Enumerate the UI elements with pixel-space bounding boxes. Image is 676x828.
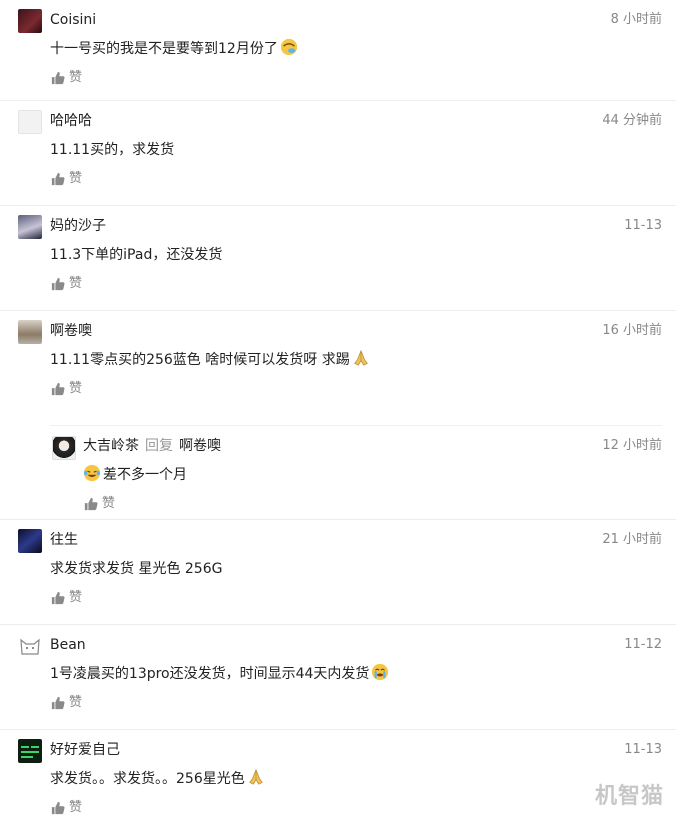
avatar[interactable]	[18, 215, 42, 239]
like-label: 赞	[69, 276, 83, 291]
comment-time: 11-13	[624, 742, 662, 757]
comment-username[interactable]: 往生	[50, 530, 78, 550]
comment-text: 11.11买的，求发货	[50, 142, 175, 158]
like-label: 赞	[102, 496, 116, 511]
comment-item: Coisini 8 小时前 十一号买的我是不是要等到12月份了 赞	[0, 0, 676, 101]
thumbs-up-icon	[51, 71, 65, 85]
comment-time: 44 分钟前	[602, 113, 662, 128]
avatar[interactable]	[18, 110, 42, 134]
comment-item: 妈的沙子 11-13 11.3下单的iPad，还没发货 赞	[0, 206, 676, 311]
thumbs-up-icon	[51, 172, 65, 186]
like-label: 赞	[69, 70, 83, 85]
thumbs-up-icon	[51, 696, 65, 710]
comment-item: 好好爱自己 11-13 求发货。。求发货。。256星光色 赞	[0, 730, 676, 828]
comment-username[interactable]: 好好爱自己	[50, 740, 120, 760]
crying-emoji	[372, 663, 389, 681]
comment-time: 8 小时前	[610, 12, 662, 27]
avatar[interactable]	[18, 320, 42, 344]
avatar[interactable]	[18, 529, 42, 553]
sad-cry-emoji	[280, 38, 297, 56]
reply-item: 大吉岭茶 回复 啊卷噢 12 小时前 差不多一个月 赞	[50, 425, 662, 522]
text-avatar-icon	[21, 746, 39, 758]
comment-time: 16 小时前	[602, 323, 662, 338]
like-label: 赞	[69, 590, 83, 605]
comment-text: 11.3下单的iPad，还没发货	[50, 247, 223, 263]
comment-username[interactable]: 妈的沙子	[50, 216, 106, 236]
like-button[interactable]: 赞	[51, 694, 82, 712]
comment-username[interactable]: 哈哈哈	[50, 111, 92, 131]
comment-time: 11-12	[624, 637, 662, 652]
like-button[interactable]: 赞	[84, 495, 115, 513]
thumbs-up-icon	[51, 382, 65, 396]
like-button[interactable]: 赞	[51, 69, 82, 87]
like-label: 赞	[69, 695, 83, 710]
comment-username[interactable]: 啊卷噢	[50, 321, 92, 341]
cat-icon	[20, 638, 40, 655]
comment-text: 11.11零点买的256蓝色 啥时候可以发货呀 求踢	[50, 349, 370, 371]
pray-emoji	[248, 768, 263, 785]
like-label: 赞	[69, 800, 83, 815]
reply-text: 差不多一个月	[83, 464, 187, 486]
comment-item: 哈哈哈 44 分钟前 11.11买的，求发货 赞	[0, 101, 676, 206]
avatar[interactable]	[18, 739, 42, 763]
avatar[interactable]	[18, 9, 42, 33]
comment-text: 求发货求发货 星光色 256G	[50, 561, 223, 577]
comment-text: 十一号买的我是不是要等到12月份了	[50, 38, 298, 60]
like-label: 赞	[69, 171, 83, 186]
reply-time: 12 小时前	[602, 438, 662, 453]
pray-emoji	[353, 349, 368, 366]
like-button[interactable]: 赞	[51, 799, 82, 817]
watermark: 机智猫	[594, 784, 664, 809]
comment-time: 11-13	[624, 218, 662, 233]
thumbs-up-icon	[84, 497, 98, 511]
comment-item: 啊卷噢 16 小时前 11.11零点买的256蓝色 啥时候可以发货呀 求踢 赞 …	[0, 311, 676, 520]
like-button[interactable]: 赞	[51, 170, 82, 188]
comment-item: 往生 21 小时前 求发货求发货 星光色 256G 赞	[0, 520, 676, 625]
reply-header: 大吉岭茶 回复 啊卷噢	[83, 436, 221, 456]
like-button[interactable]: 赞	[51, 275, 82, 293]
like-button[interactable]: 赞	[51, 380, 82, 398]
thumbs-up-icon	[51, 277, 65, 291]
reply-verb: 回复	[145, 438, 173, 454]
comment-item: Bean 11-12 1号凌晨买的13pro还没发货，时间显示44天内发货 赞	[0, 625, 676, 730]
laugh-cry-emoji	[83, 464, 101, 482]
reply-target-username[interactable]: 啊卷噢	[179, 438, 221, 454]
comment-text: 求发货。。求发货。。256星光色	[50, 768, 265, 790]
reply-username[interactable]: 大吉岭茶	[83, 438, 139, 454]
like-button[interactable]: 赞	[51, 589, 82, 607]
comment-username[interactable]: Coisini	[50, 10, 96, 30]
avatar[interactable]	[52, 436, 76, 460]
thumbs-up-icon	[51, 801, 65, 815]
comment-username[interactable]: Bean	[50, 635, 86, 655]
comment-text: 1号凌晨买的13pro还没发货，时间显示44天内发货	[50, 663, 389, 685]
avatar[interactable]	[18, 634, 42, 658]
comment-time: 21 小时前	[602, 532, 662, 547]
thumbs-up-icon	[51, 591, 65, 605]
like-label: 赞	[69, 381, 83, 396]
